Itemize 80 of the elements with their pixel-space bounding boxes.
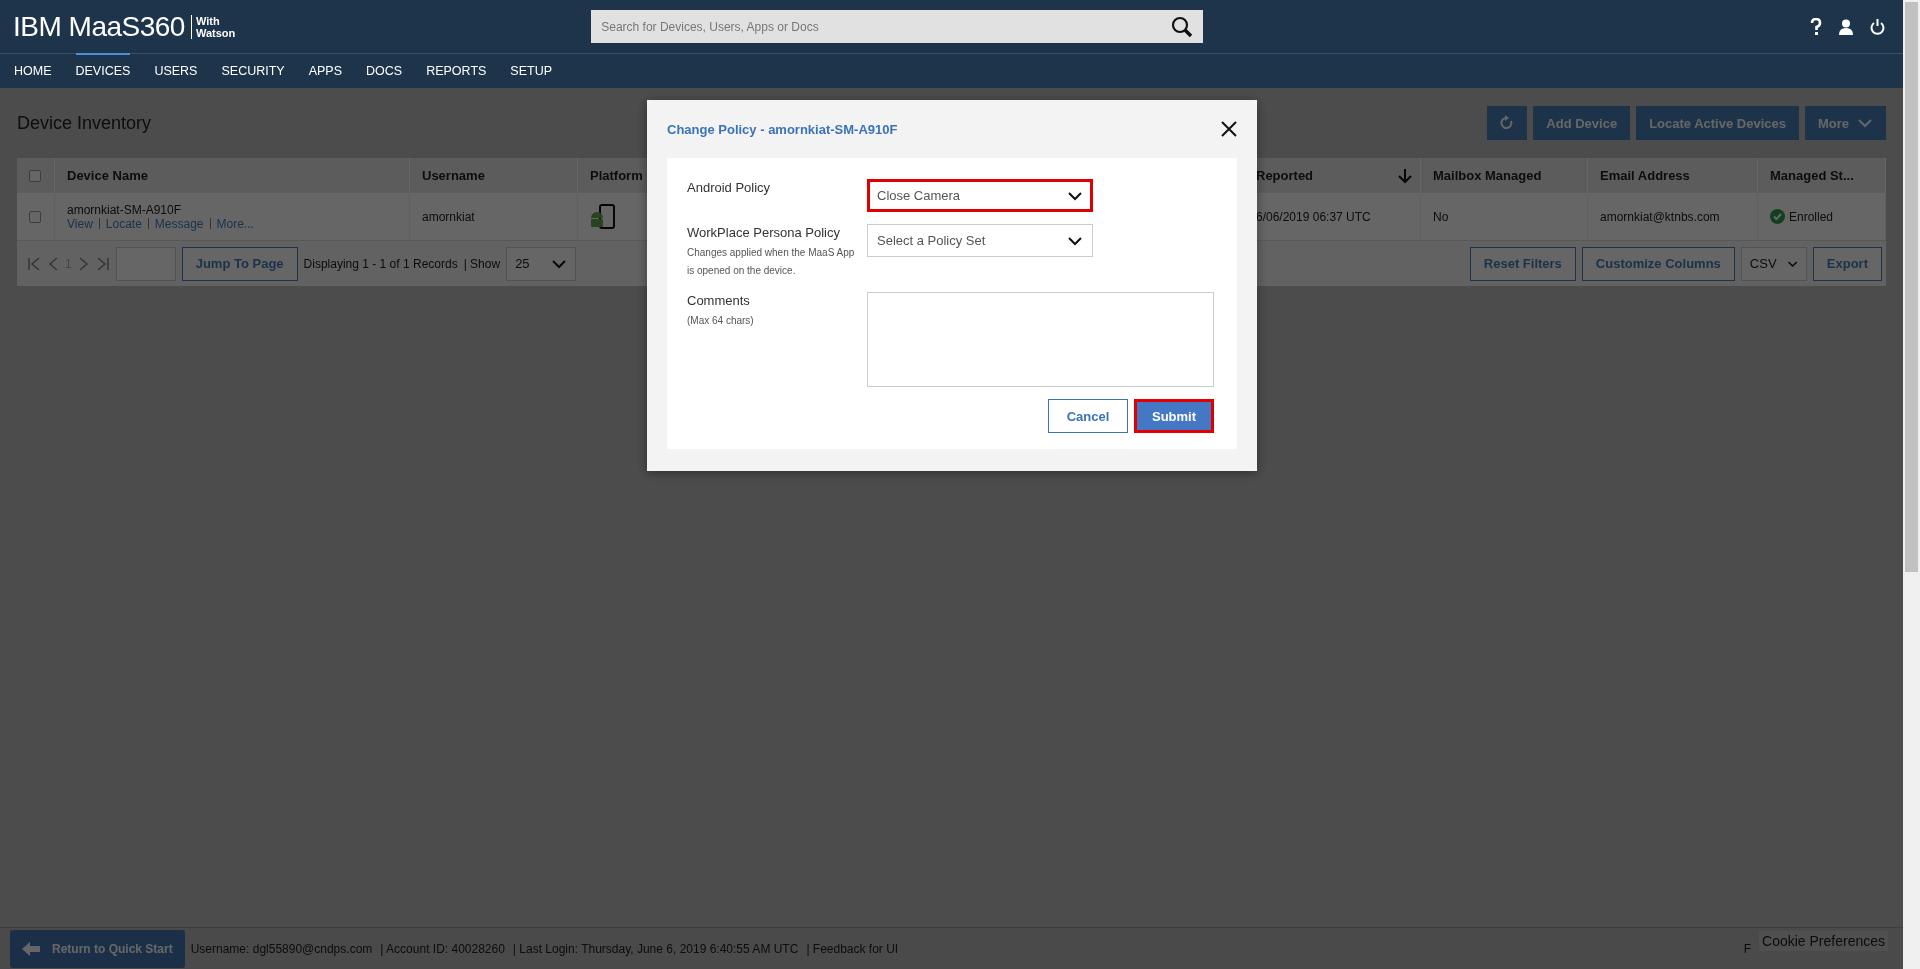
field-label: Android Policy: [687, 180, 772, 195]
page-title: Device Inventory: [17, 112, 152, 134]
nav-tab[interactable]: APPS: [308, 54, 343, 88]
chevron-down-icon: [1067, 190, 1083, 201]
logo-tagline: Watson: [195, 26, 236, 39]
table-cell: No: [1433, 209, 1449, 224]
status-text: Username: dgl55890@cndps.com: [190, 941, 373, 956]
field-hint: Changes applied when the MaaS App is opened on the device.: [687, 246, 856, 278]
column-header[interactable]: Device Name: [55, 158, 410, 193]
row-action-link[interactable]: Locate: [99, 216, 148, 231]
status-text: F: [1743, 941, 1752, 956]
help-icon[interactable]: [1810, 17, 1822, 36]
arrow-left-icon: [22, 941, 40, 956]
cancel-button[interactable]: Cancel: [1048, 399, 1128, 433]
check-circle-icon: [1770, 209, 1785, 224]
nav-tab[interactable]: SECURITY: [221, 54, 285, 88]
column-header[interactable]: Mailbox Managed: [1421, 158, 1588, 193]
feedback-link[interactable]: | Feedback for UI: [806, 941, 899, 956]
toolbar-button[interactable]: Locate Active Devices: [1636, 106, 1799, 140]
chevron-down-icon: [1067, 235, 1083, 246]
field-label: Comments: [687, 293, 751, 308]
previous-page-icon[interactable]: [47, 255, 59, 272]
power-icon[interactable]: [1870, 18, 1885, 35]
dialog-title: Change Policy - amornkiat-SM-A910F: [667, 121, 898, 137]
export-button[interactable]: Export: [1812, 246, 1882, 281]
status-text: | Account ID: 40028260: [380, 941, 505, 956]
format-select[interactable]: CSV: [1740, 246, 1807, 281]
next-page-icon[interactable]: [77, 255, 90, 272]
nav-tab[interactable]: DOCS: [366, 54, 403, 88]
column-header[interactable]: Reported: [1256, 168, 1314, 183]
status-text: | Last Login: Thursday, June 6, 2019 6:40:55 AM UTC: [512, 941, 799, 956]
refresh-button[interactable]: [1487, 106, 1528, 140]
android-phone-icon: [590, 203, 616, 230]
table-action-button[interactable]: Reset Filters: [1469, 246, 1576, 281]
checkbox[interactable]: [29, 210, 41, 223]
search-field[interactable]: Search for Devices, Users, Apps or Docs: [591, 10, 1204, 43]
table-action-button[interactable]: Customize Columns: [1581, 246, 1735, 281]
nav-tab[interactable]: HOME: [14, 54, 52, 88]
comments-field[interactable]: [867, 292, 1214, 387]
scrollbar[interactable]: [1903, 0, 1920, 969]
logo: IBM MaaS360: [13, 10, 185, 43]
chevron-down-icon: [551, 258, 568, 269]
table-cell: 6/06/2019 06:37 UTC: [1256, 209, 1371, 224]
chevron-down-icon: [1857, 118, 1873, 128]
nav-tab[interactable]: REPORTS: [426, 54, 487, 88]
toolbar-button[interactable]: Add Device: [1533, 106, 1631, 140]
checkbox[interactable]: [29, 169, 41, 182]
row-action-link[interactable]: More...: [210, 216, 260, 231]
column-header[interactable]: Username: [410, 158, 578, 193]
field-hint: (Max 64 chars): [687, 314, 755, 328]
policy-select[interactable]: Select a Policy Set: [867, 224, 1093, 257]
table-cell: amornkiat: [422, 209, 475, 224]
close-icon[interactable]: [1221, 121, 1237, 137]
sort-down-icon[interactable]: [1398, 167, 1412, 184]
jump-to-page-button[interactable]: Jump To Page: [181, 246, 298, 281]
return-button[interactable]: Return to Quick Start: [10, 929, 185, 968]
cookie-preferences-link[interactable]: Cookie Preferences: [1759, 931, 1888, 951]
records-summary: Displaying 1 - 1 of 1 Records: [303, 256, 458, 271]
page-size-select[interactable]: 25: [506, 246, 577, 281]
column-header[interactable]: Email Address: [1588, 158, 1758, 193]
nav-tab[interactable]: DEVICES: [75, 54, 131, 88]
row-action-link[interactable]: View: [67, 216, 99, 231]
nav-tab[interactable]: SETUP: [510, 54, 553, 88]
column-header[interactable]: Managed St...: [1758, 158, 1886, 193]
show-label: | Show: [463, 256, 501, 271]
row-action-link[interactable]: Message: [148, 216, 210, 231]
refresh-icon: [1500, 115, 1515, 131]
submit-button[interactable]: Submit: [1134, 399, 1214, 433]
status-text: Enrolled: [1789, 209, 1834, 224]
user-icon[interactable]: [1839, 18, 1853, 35]
device-name: amornkiat-SM-A910F: [67, 202, 182, 217]
search-icon[interactable]: [1171, 15, 1194, 38]
field-label: WorkPlace Persona Policy: [687, 225, 841, 240]
table-cell: amornkiat@ktnbs.com: [1600, 209, 1720, 224]
policy-select[interactable]: Close Camera: [867, 179, 1093, 212]
nav-tab[interactable]: USERS: [154, 54, 198, 88]
more-menu-button[interactable]: More: [1804, 106, 1886, 140]
logo-tagline: With: [195, 14, 221, 27]
first-page-icon[interactable]: [27, 255, 41, 272]
last-page-icon[interactable]: [95, 255, 110, 272]
